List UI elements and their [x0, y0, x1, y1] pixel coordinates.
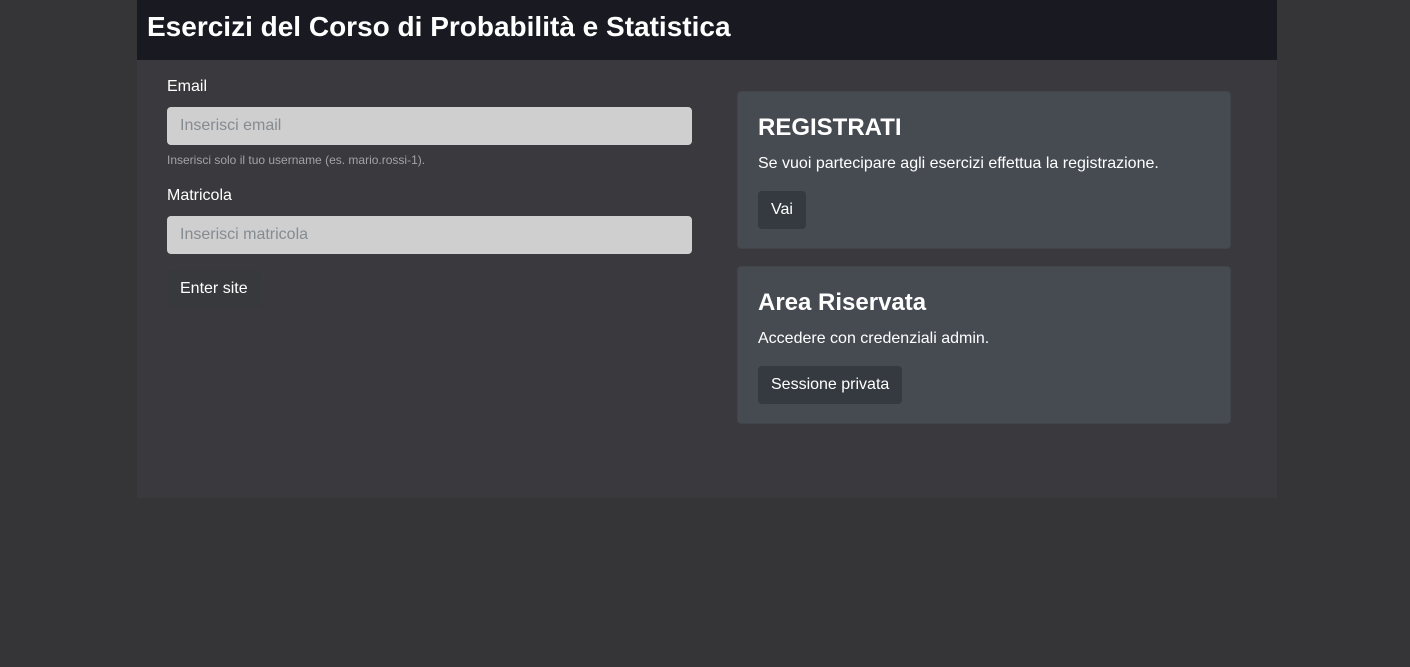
- reserved-area-card-text: Accedere con credenziali admin.: [758, 330, 990, 347]
- reserved-area-card-title: Area Riservata: [758, 289, 927, 316]
- page-title: Esercizi del Corso di Probabilità e Stat…: [147, 11, 731, 42]
- register-card-text: Se vuoi partecipare agli esercizi effett…: [758, 155, 1159, 172]
- matricola-input[interactable]: [167, 216, 692, 254]
- register-card-title: REGISTRATI: [758, 114, 902, 141]
- header-bar: Esercizi del Corso di Probabilità e Stat…: [137, 0, 1277, 60]
- page-container: Esercizi del Corso di Probabilità e Stat…: [137, 0, 1277, 498]
- reserved-area-card: Area Riservata Accedere con credenziali …: [737, 266, 1231, 424]
- email-label: Email: [167, 78, 208, 95]
- matricola-label: Matricola: [167, 187, 232, 204]
- private-session-button[interactable]: Sessione privata: [758, 366, 903, 404]
- enter-site-button[interactable]: Enter site: [167, 270, 261, 308]
- register-go-button[interactable]: Vai: [758, 191, 806, 229]
- email-help-text: Inserisci solo il tuo username (es. mari…: [167, 153, 426, 167]
- register-card: REGISTRATI Se vuoi partecipare agli eser…: [737, 91, 1231, 249]
- email-input[interactable]: [167, 107, 692, 145]
